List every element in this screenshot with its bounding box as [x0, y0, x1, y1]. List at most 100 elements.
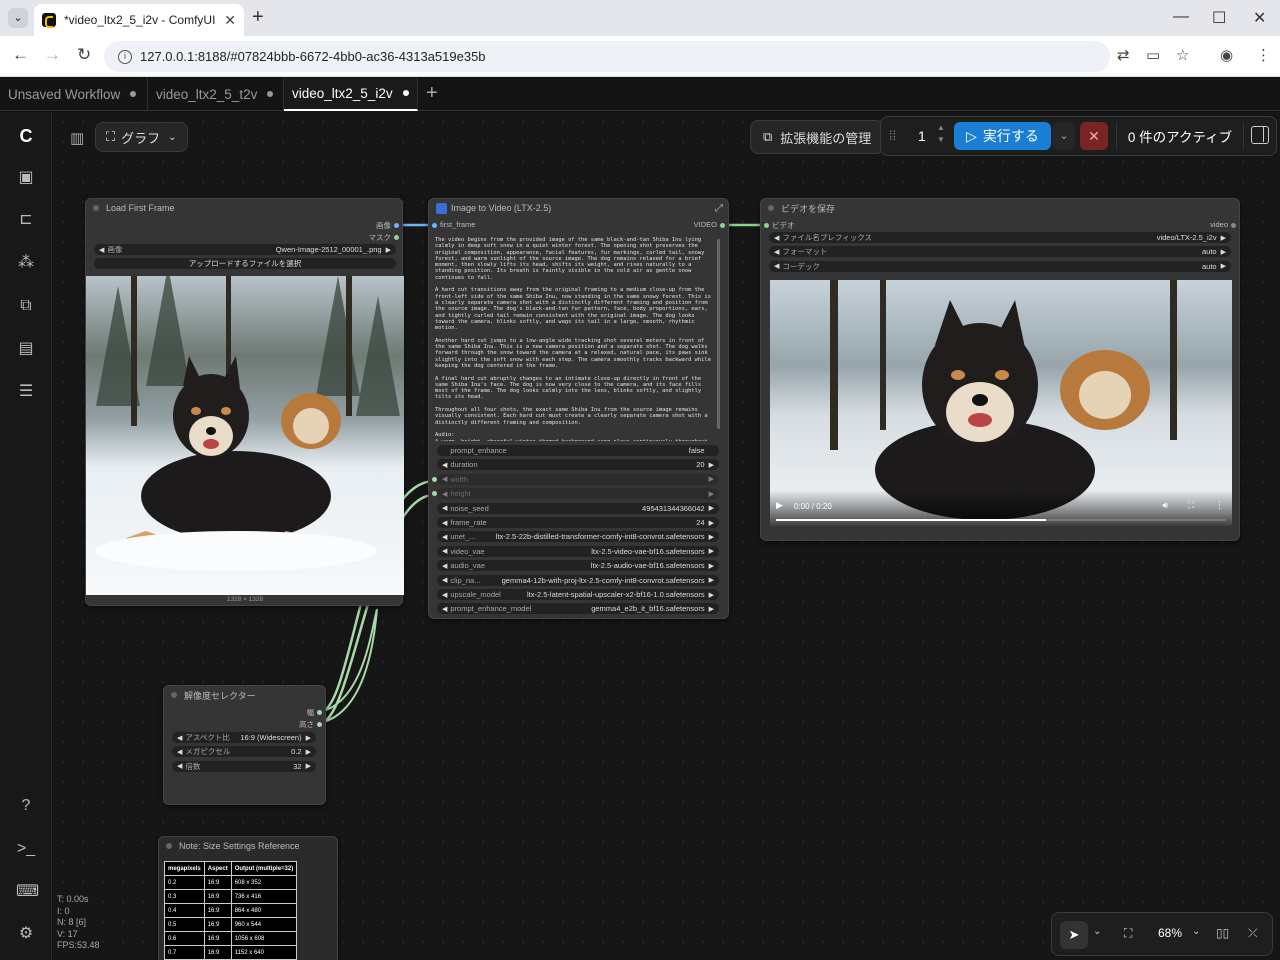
play-icon[interactable]: ▶: [776, 500, 783, 511]
node-header[interactable]: Note: Size Settings Reference: [159, 837, 337, 855]
tab-close-icon[interactable]: ✕: [224, 12, 236, 29]
profile-icon[interactable]: ◉: [1220, 46, 1233, 64]
minimize-icon[interactable]: —: [1173, 8, 1189, 26]
arrow-left-icon[interactable]: ◀: [774, 262, 779, 270]
workflow-tab-i2v[interactable]: video_ltx2_5_i2v: [284, 77, 418, 111]
arrow-left-icon[interactable]: ◀: [442, 475, 447, 483]
arrow-left-icon[interactable]: ◀: [442, 533, 447, 541]
back-icon[interactable]: ←: [12, 45, 29, 65]
arrow-left-icon[interactable]: ◀: [177, 748, 182, 756]
install-app-icon[interactable]: ▭: [1146, 46, 1160, 64]
new-workflow-button[interactable]: +: [426, 82, 438, 105]
arrow-right-icon[interactable]: ▶: [709, 490, 714, 498]
run-mode-dropdown[interactable]: ⌄: [1053, 122, 1075, 150]
templates-icon[interactable]: ▤: [16, 339, 36, 359]
count-stepper-icon[interactable]: ▲ ▼: [937, 122, 945, 146]
workflows-icon[interactable]: ⧉: [16, 296, 36, 316]
output-mask-port[interactable]: [394, 235, 399, 240]
hide-links-icon[interactable]: ⤫: [1248, 926, 1258, 941]
arrow-left-icon[interactable]: ◀: [442, 461, 447, 469]
right-panel-toggle-icon[interactable]: [1251, 126, 1269, 144]
extension-manager-button[interactable]: ⧉ 拡張機能の管理: [750, 120, 885, 154]
widget-[interactable]: ◀ コーデック auto ▶: [769, 260, 1231, 272]
arrow-right-icon[interactable]: ▶: [709, 562, 714, 570]
arrow-left-icon[interactable]: ◀: [442, 562, 447, 570]
output-height-port[interactable]: [317, 722, 322, 727]
widget-audio-vae[interactable]: ◀ audio_vae ltx-2.5-audio-vae-bf16.safeten…: [437, 560, 719, 572]
help-icon[interactable]: ?: [16, 796, 36, 816]
tab-search-button[interactable]: ⌄: [8, 8, 28, 28]
arrow-left-icon[interactable]: ◀: [177, 734, 182, 742]
node-image-to-video[interactable]: Image to Video (LTX-2.5) ⤢ first_frame V…: [428, 198, 729, 619]
node-header[interactable]: ビデオを保存: [761, 199, 1239, 217]
arrow-right-icon[interactable]: ▶: [709, 547, 714, 555]
prompt-textarea[interactable]: The video begins from the provided image…: [435, 237, 716, 441]
node-resolution-selector[interactable]: 解像度セレクター 幅 高さ ◀ アスペクト比 16:9 (Widescreen) ▶ ◀…: [163, 685, 326, 805]
arrow-left-icon[interactable]: ◀: [442, 490, 447, 498]
player-menu-icon[interactable]: ⋮: [1215, 500, 1224, 511]
forward-icon[interactable]: →: [44, 45, 61, 65]
prompt-scrollbar[interactable]: [717, 239, 720, 429]
arrow-left-icon[interactable]: ◀: [442, 591, 447, 599]
output-image-port[interactable]: [394, 223, 399, 228]
run-button[interactable]: ▷ 実行する: [954, 122, 1051, 150]
output-width-port[interactable]: [317, 710, 322, 715]
workflow-tab-t2v[interactable]: video_ltx2_5_t2v: [148, 77, 284, 111]
arrow-right-icon[interactable]: ▶: [709, 475, 714, 483]
widget-unet[interactable]: ◀ unet_... ltx-2.5-22b-distilled-transform…: [437, 531, 719, 543]
widget-clip-na[interactable]: ◀ clip_na... gemma4-12b-with-proj-ltx-2.5-…: [437, 574, 719, 586]
arrow-right-icon[interactable]: ▶: [306, 748, 311, 756]
arrow-left-icon[interactable]: ◀: [442, 576, 447, 584]
node-header[interactable]: Load First Frame: [86, 199, 402, 217]
widget-[interactable]: ◀ アスペクト比 16:9 (Widescreen) ▶: [172, 732, 316, 743]
window-close-icon[interactable]: ✕: [1253, 8, 1266, 28]
collapse-dot-icon[interactable]: [166, 843, 172, 849]
video-player[interactable]: ▶ 0:00 / 0:20 🔊︎ ⛶ ⋮: [770, 280, 1232, 526]
arrow-right-icon[interactable]: ▶: [709, 519, 714, 527]
layout-toggle-icon[interactable]: ▥: [70, 129, 84, 147]
workflow-tab-unsaved[interactable]: Unsaved Workflow: [0, 77, 148, 111]
settings-gear-icon[interactable]: ⚙: [16, 924, 36, 944]
site-info-icon[interactable]: i: [118, 49, 132, 64]
collapse-dot-icon[interactable]: [171, 692, 177, 698]
fit-view-icon[interactable]: ⛶: [1124, 926, 1132, 941]
arrow-right-icon[interactable]: ▶: [709, 576, 714, 584]
collapse-dot-icon[interactable]: [93, 205, 99, 211]
arrow-left-icon[interactable]: ◀: [774, 234, 779, 242]
upload-button[interactable]: アップロードするファイルを選択: [94, 258, 396, 269]
arrow-left-icon[interactable]: ◀: [442, 547, 447, 555]
model-library-icon[interactable]: ⁂: [16, 253, 36, 273]
widget-[interactable]: ◀ フォーマット auto ▶: [769, 246, 1231, 258]
arrow-left-icon[interactable]: ◀: [99, 246, 104, 254]
widget-[interactable]: ◀ ファイル名プレフィックス video/LTX-2.5_i2v ▶: [769, 232, 1231, 243]
widget-width[interactable]: ◀ width ▶: [437, 473, 719, 485]
url-field[interactable]: i 127.0.0.1:8188/#07824bbb-6672-4bb0-ac3…: [104, 41, 1110, 72]
widget-video-vae[interactable]: ◀ video_vae ltx-2.5-video-vae-bf16.safeten…: [437, 545, 719, 557]
drag-handle-icon[interactable]: ⁞⁞: [889, 128, 896, 143]
bookmark-star-icon[interactable]: ☆: [1176, 46, 1189, 64]
reload-icon[interactable]: ↻: [77, 45, 91, 65]
zoom-chevron-icon[interactable]: ⌄: [1192, 926, 1200, 937]
arrow-right-icon[interactable]: ▶: [709, 591, 714, 599]
input-height-port[interactable]: [432, 491, 437, 497]
node-header[interactable]: 解像度セレクター: [164, 686, 325, 704]
arrow-left-icon[interactable]: ◀: [774, 248, 779, 256]
active-queue-button[interactable]: 0 件のアクティブ: [1116, 122, 1244, 150]
widget-[interactable]: ◀ 倍数 32 ▶: [172, 760, 316, 772]
minimap-icon[interactable]: ▯▯: [1216, 926, 1229, 940]
collapse-dot-icon[interactable]: [768, 205, 774, 211]
arrow-left-icon[interactable]: ◀: [442, 605, 447, 613]
graph-mode-button[interactable]: ⛶ グラフ ⌄: [95, 122, 188, 152]
media-assets-icon[interactable]: ▣: [16, 168, 36, 188]
output-video-port[interactable]: [720, 223, 725, 228]
input-first-frame-port[interactable]: [432, 223, 437, 228]
arrow-right-icon[interactable]: ▶: [709, 461, 714, 469]
image-select-widget[interactable]: ◀ 画像 Qwen-Image-2512_00001_.png ▶: [94, 244, 396, 255]
node-library-icon[interactable]: ⊏: [16, 210, 36, 230]
maximize-icon[interactable]: ☐: [1212, 8, 1226, 28]
widget-noise-seed[interactable]: ◀ noise_seed 495431344366042 ▶: [437, 502, 719, 514]
player-progress-track[interactable]: [776, 519, 1226, 521]
pointer-mode-chevron-icon[interactable]: ⌄: [1093, 926, 1101, 937]
browser-menu-icon[interactable]: ⋮: [1256, 46, 1271, 64]
widget-upscale-model[interactable]: ◀ upscale_model ltx-2.5-latent-spatial-ups…: [437, 589, 719, 600]
